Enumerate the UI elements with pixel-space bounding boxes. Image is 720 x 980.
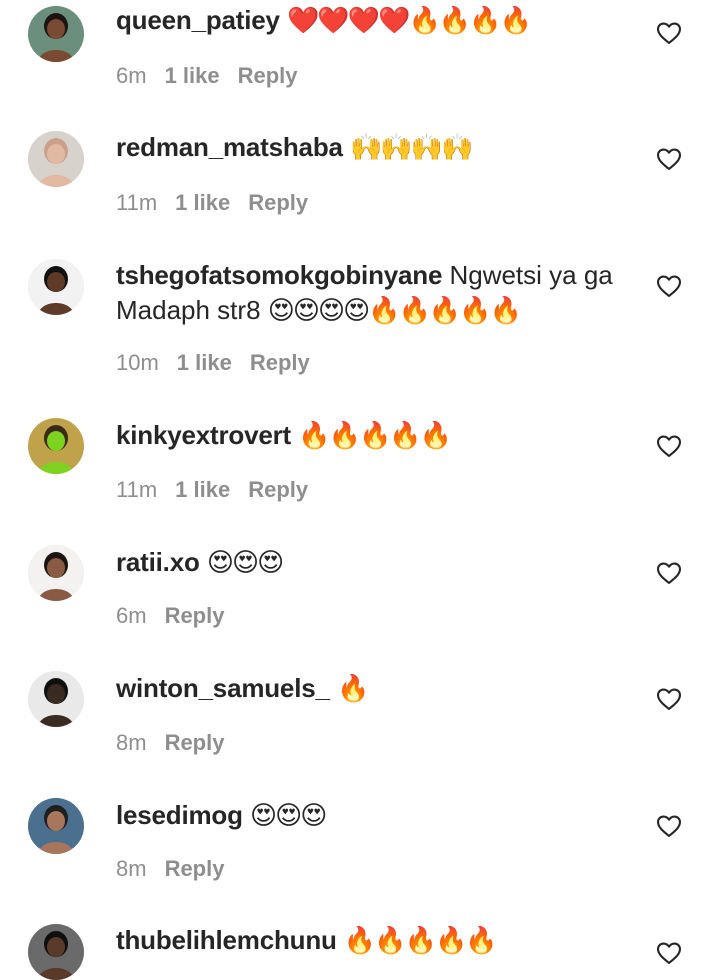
comment-username[interactable]: kinkyextrovert bbox=[116, 420, 291, 450]
comment-text: redman_matshaba 🙌🙌🙌🙌 bbox=[116, 130, 626, 165]
reply-button[interactable]: Reply bbox=[250, 350, 310, 375]
avatar[interactable] bbox=[28, 671, 84, 727]
comment-emojis: 😍😍😍 bbox=[206, 547, 284, 577]
comment-text: tshegofatsomokgobinyane Ngwetsi ya ga Ma… bbox=[116, 258, 626, 328]
reply-button[interactable]: Reply bbox=[248, 477, 308, 502]
comment-username[interactable]: thubelihlemchunu bbox=[116, 925, 337, 955]
comment-emojis: 😍😍😍😍🔥🔥🔥🔥🔥 bbox=[267, 295, 522, 325]
comment-emojis: 🔥🔥🔥🔥🔥 bbox=[298, 420, 452, 450]
heart-outline-icon[interactable] bbox=[655, 432, 683, 460]
reply-button[interactable]: Reply bbox=[238, 63, 298, 88]
comment-emojis: 😍😍😍 bbox=[250, 800, 327, 830]
avatar[interactable] bbox=[28, 131, 84, 187]
heart-outline-icon[interactable] bbox=[655, 939, 683, 967]
avatar[interactable] bbox=[28, 6, 84, 62]
comment-emojis: 🔥 bbox=[336, 673, 369, 703]
comment-timestamp: 6m bbox=[116, 63, 147, 88]
comment-meta: 10m 1 like Reply bbox=[116, 348, 328, 378]
comment-username[interactable]: winton_samuels_ bbox=[116, 673, 330, 703]
comment-text: ratii.xo 😍😍😍 bbox=[116, 545, 626, 580]
comment-timestamp: 8m bbox=[116, 856, 147, 881]
avatar[interactable] bbox=[28, 798, 84, 854]
comment-text: queen_patiey ❤️❤️❤️❤️🔥🔥🔥🔥 bbox=[116, 3, 626, 38]
comment-emojis: 🙌🙌🙌🙌 bbox=[350, 132, 473, 162]
comment-like-count[interactable]: 1 like bbox=[177, 350, 232, 375]
avatar[interactable] bbox=[28, 418, 84, 474]
comment-text: lesedimog 😍😍😍 bbox=[116, 798, 626, 833]
comment-like-count[interactable]: 1 like bbox=[175, 190, 230, 215]
heart-outline-icon[interactable] bbox=[655, 559, 683, 587]
heart-outline-icon[interactable] bbox=[655, 145, 683, 173]
comment-meta: 11m 1 like Reply bbox=[116, 475, 326, 505]
reply-button[interactable]: Reply bbox=[165, 603, 225, 628]
comment-emojis: ❤️❤️❤️❤️🔥🔥🔥🔥 bbox=[287, 5, 532, 35]
heart-outline-icon[interactable] bbox=[655, 19, 683, 47]
comment-emojis: 🔥🔥🔥🔥🔥 bbox=[343, 925, 498, 955]
comment-meta: 8m Reply bbox=[116, 854, 242, 884]
heart-outline-icon[interactable] bbox=[655, 812, 683, 840]
comment-text: kinkyextrovert 🔥🔥🔥🔥🔥 bbox=[116, 418, 626, 453]
comment-text: thubelihlemchunu 🔥🔥🔥🔥🔥 bbox=[116, 923, 626, 958]
comment-like-count[interactable]: 1 like bbox=[165, 63, 220, 88]
reply-button[interactable]: Reply bbox=[165, 856, 225, 881]
comment-timestamp: 8m bbox=[116, 730, 147, 755]
comment-like-count[interactable]: 1 like bbox=[175, 477, 230, 502]
heart-outline-icon[interactable] bbox=[655, 685, 683, 713]
comment-meta: 6m Reply bbox=[116, 601, 242, 631]
comment-meta: 8m Reply bbox=[116, 728, 242, 758]
comment-username[interactable]: queen_patiey bbox=[116, 5, 280, 35]
comment-timestamp: 10m bbox=[116, 350, 159, 375]
comment-meta: 11m 1 like Reply bbox=[116, 188, 326, 218]
comment-username[interactable]: ratii.xo bbox=[116, 547, 200, 577]
comment-username[interactable]: redman_matshaba bbox=[116, 132, 343, 162]
comment-text: winton_samuels_ 🔥 bbox=[116, 671, 626, 706]
comment-username[interactable]: tshegofatsomokgobinyane bbox=[116, 260, 442, 290]
comment-timestamp: 6m bbox=[116, 603, 147, 628]
avatar[interactable] bbox=[28, 259, 84, 315]
avatar[interactable] bbox=[28, 924, 84, 980]
heart-outline-icon[interactable] bbox=[655, 272, 683, 300]
comment-timestamp: 11m bbox=[116, 190, 158, 215]
avatar[interactable] bbox=[28, 545, 84, 601]
reply-button[interactable]: Reply bbox=[165, 730, 225, 755]
comment-username[interactable]: lesedimog bbox=[116, 800, 243, 830]
comment-timestamp: 11m bbox=[116, 477, 158, 502]
reply-button[interactable]: Reply bbox=[248, 190, 308, 215]
comment-meta: 6m 1 like Reply bbox=[116, 61, 316, 91]
